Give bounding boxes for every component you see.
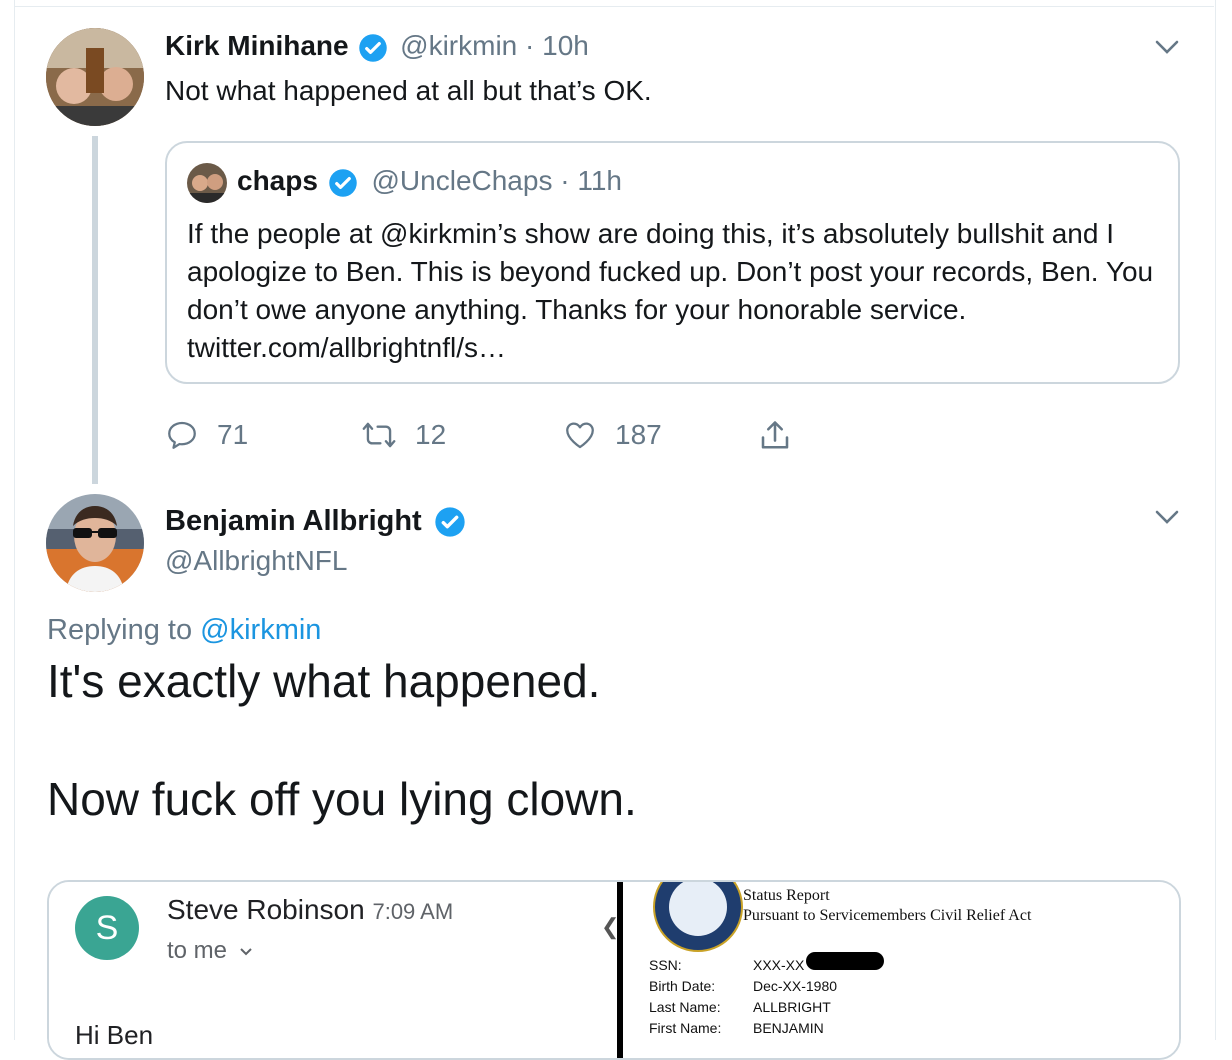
quote-handle: @UncleChaps [371,165,553,196]
tweet2-author: Benjamin Allbright [165,505,466,538]
tweet1-time[interactable]: 10h [542,30,589,61]
document-title-line2: Pursuant to Servicemembers Civil Relief … [743,907,1032,924]
tweet1-author-name[interactable]: Kirk Minihane [165,30,349,61]
like-icon [566,422,594,449]
reply-count: 71 [217,419,249,450]
email-screenshot: S Steve Robinson 7:09 AM to me Hi Ben ❮ [49,882,619,1058]
field-value: Dec-XX-1980 [753,978,838,994]
email-time: 7:09 AM [372,899,454,924]
email-sender: Steve Robinson 7:09 AM [167,894,453,926]
tweet2-body-line2: Now fuck off you lying clown. [47,773,637,825]
replying-to-link[interactable]: @kirkmin [200,614,321,646]
field-label: Birth Date: [649,978,716,994]
tweet2-author-name[interactable]: Benjamin Allbright [165,505,422,537]
document-title: Status Report Pursuant to Servicemembers… [743,886,1031,926]
document-title-line1: Status Report [743,887,830,904]
field-label: First Name: [649,1020,722,1036]
dot-separator: · [525,30,543,61]
replying-prefix: Replying to [47,614,193,646]
thread-connector-line [92,136,98,484]
field-label: SSN: [649,957,682,973]
avatar-chaps [187,163,227,203]
retweet-icon [362,422,396,448]
verified-badge-icon [328,168,357,197]
chevron-down-icon[interactable] [1154,38,1180,56]
verified-badge-icon [359,33,388,62]
share-button[interactable] [757,418,793,454]
dod-seal-icon [653,882,743,952]
quote-header: chaps @UncleChaps · 11h [237,165,622,198]
replying-to-line: Replying to @kirkmin [47,614,321,647]
email-sender-name: Steve Robinson [167,894,365,925]
like-count: 187 [615,419,662,450]
field-label: Last Name: [649,999,721,1015]
quote-text: If the people at @kirkmin’s show are doi… [187,218,1154,363]
share-icon [761,421,789,449]
retweet-button[interactable]: 12 [361,418,446,452]
tweet2-media-attachment[interactable]: S Steve Robinson 7:09 AM to me Hi Ben ❮ … [47,880,1181,1060]
chevron-down-icon [239,948,252,956]
quote-author-name: chaps [237,165,318,196]
field-value: BENJAMIN [753,1020,824,1036]
field-value: XXX-XX [753,957,805,973]
tweet2-body-line1: It's exactly what happened. [47,655,601,707]
chevron-down-icon[interactable] [1154,508,1180,526]
reply-button[interactable]: 71 [165,418,248,452]
like-button[interactable]: 187 [563,418,662,452]
dot-separator: · [560,165,578,196]
tweet1-handle[interactable]: @kirkmin [400,30,517,61]
avatar-kirk-minihane[interactable] [46,28,144,126]
field-value: ALLBRIGHT [753,999,831,1015]
email-greeting: Hi Ben [75,1020,154,1050]
quote-time: 11h [577,165,622,196]
email-to-label: to me [167,937,228,964]
verified-badge-icon [435,507,465,538]
top-divider [14,6,1214,7]
avatar-benjamin-allbright[interactable] [46,494,144,592]
email-sender-avatar: S [75,896,139,960]
tweet2-handle[interactable]: @AllbrightNFL [165,545,347,577]
reply-icon [168,421,196,449]
retweet-count: 12 [415,419,447,450]
tweet1-action-bar: 71 12 187 [165,418,805,454]
status-report-document: Status Report Pursuant to Servicemembers… [623,882,1179,1058]
tweet1-header: Kirk Minihane @kirkmin · 10h [165,30,589,63]
email-recipient: to me [167,937,254,965]
redaction-mark [806,952,884,970]
quoted-tweet[interactable]: chaps @UncleChaps · 11h If the people at… [165,141,1180,384]
tweet1-text: Not what happened at all but that’s OK. [165,75,652,106]
